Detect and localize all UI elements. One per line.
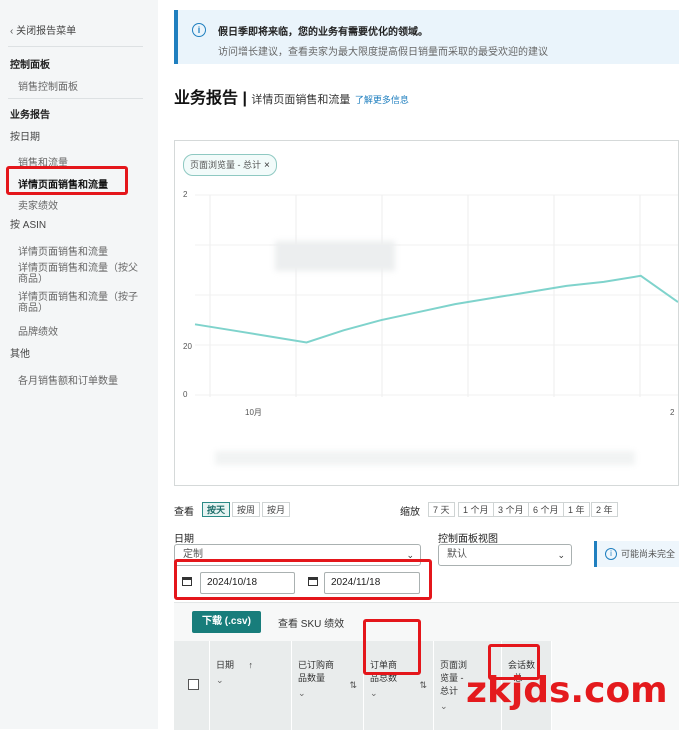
range-option-2y[interactable]: 2 年 — [591, 502, 618, 517]
close-icon[interactable]: × — [264, 160, 270, 171]
highlight-box — [6, 166, 128, 195]
sidebar-item-seller-performance[interactable]: 卖家绩效 — [18, 197, 58, 212]
metric-chip[interactable]: 页面浏览量 - 总计 × — [183, 154, 277, 176]
date-label: 日期 — [174, 534, 194, 545]
x-tick-label: 2 — [670, 408, 675, 417]
info-icon: i — [192, 23, 206, 37]
dashboard-view-select[interactable]: 默认 ⌄ — [438, 544, 572, 566]
sidebar-item-asin-detail-child[interactable]: 详情页面销售和流量（按子 商品） — [18, 292, 138, 314]
sidebar-group-other: 其他 — [10, 349, 30, 360]
highlight-box — [174, 559, 432, 600]
range-option-1m[interactable]: 1 个月 — [458, 502, 494, 517]
series-line — [194, 274, 678, 344]
y-tick-label: 20 — [183, 342, 192, 351]
range-option-6m[interactable]: 6 个月 — [528, 502, 564, 517]
watermark-text: zkjds.com — [466, 670, 668, 711]
page-subtitle: 详情页面销售和流量 — [251, 94, 351, 106]
info-icon: i — [605, 548, 617, 560]
sidebar-item-brand-performance[interactable]: 品牌绩效 — [18, 323, 58, 338]
chevron-down-icon: ⌄ — [216, 675, 224, 685]
sidebar-item-monthly-sales-orders[interactable]: 各月销售额和订单数量 — [18, 372, 118, 387]
divider — [8, 98, 143, 99]
y-tick-label: 2 — [183, 190, 188, 199]
sidebar-item-asin-detail-sales-traffic[interactable]: 详情页面销售和流量 — [18, 243, 108, 258]
table-header-select — [174, 641, 210, 730]
sidebar-group-by-asin: 按 ASIN — [10, 220, 47, 231]
blurred-legend — [215, 451, 635, 465]
page-title: 业务报告 | 详情页面销售和流量 了解更多信息 — [174, 90, 409, 107]
sidebar-item-sales-dashboard[interactable]: 销售控制面板 — [18, 78, 78, 93]
sidebar-group-by-date: 按日期 — [10, 132, 40, 143]
close-menu-link[interactable]: ‹ 关闭报告菜单 — [10, 22, 76, 37]
column-header-date[interactable]: 日期 ↑ ⌄ — [210, 641, 292, 730]
view-option-month[interactable]: 按月 — [262, 502, 291, 517]
learn-more-link[interactable]: 了解更多信息 — [355, 95, 409, 105]
section-business-reports: 业务报告 — [10, 110, 50, 121]
divider — [8, 46, 143, 47]
range-option-7d[interactable]: 7 天 — [428, 502, 455, 517]
banner-title: 假日季即将来临，您的业务有需要优化的领域。 — [218, 27, 428, 38]
select-all-checkbox[interactable] — [188, 679, 199, 690]
banner-description[interactable]: 访问增长建议，查看卖家为最大限度提高假日销量而采取的最受欢迎的建议 — [218, 43, 548, 58]
sort-up-icon: ↑ — [248, 660, 254, 670]
chevron-down-icon: ⌄ — [557, 550, 565, 560]
data-notice: i 可能尚未完全 — [594, 541, 679, 567]
view-option-week[interactable]: 按周 — [232, 502, 261, 517]
view-option-day[interactable]: 按天 — [202, 502, 231, 517]
range-option-1y[interactable]: 1 年 — [563, 502, 590, 517]
sku-performance-link[interactable]: 查看 SKU 绩效 — [278, 615, 344, 630]
download-csv-button[interactable]: 下载 (.csv) — [192, 611, 261, 633]
column-header-units-ordered[interactable]: 已订购商 品数量 ⌄ ⇅ — [292, 641, 364, 730]
y-tick-label: 0 — [183, 390, 188, 399]
chart-card: 页面浏览量 - 总计 × 2 20 0 10月 2 — [174, 140, 679, 486]
sidebar-item-asin-detail-parent[interactable]: 详情页面销售和流量（按父 商品） — [18, 263, 138, 285]
chart-grid — [195, 194, 678, 397]
granularity-label: 缩放 — [400, 507, 420, 518]
line-chart: 2 20 0 10月 2 — [183, 190, 678, 417]
blurred-area — [275, 241, 395, 271]
x-tick-label: 10月 — [245, 408, 262, 417]
dashboard-view-label: 控制面板视图 — [438, 534, 498, 545]
view-label: 查看 — [174, 507, 194, 518]
sort-icon: ⇅ — [349, 680, 357, 690]
main-content: i 假日季即将来临，您的业务有需要优化的领域。 访问增长建议，查看卖家为最大限度… — [158, 0, 679, 730]
highlight-box — [363, 619, 421, 675]
holiday-banner: i 假日季即将来临，您的业务有需要优化的领域。 访问增长建议，查看卖家为最大限度… — [174, 10, 679, 64]
section-dashboard: 控制面板 — [10, 60, 50, 71]
report-sidebar: ‹ 关闭报告菜单 控制面板 销售控制面板 业务报告 按日期 销售和流量 详情页面… — [0, 0, 158, 729]
chart-tick-labels: 2 20 0 10月 2 — [183, 190, 675, 417]
chevron-left-icon: ‹ — [10, 26, 14, 37]
range-option-3m[interactable]: 3 个月 — [493, 502, 529, 517]
sort-icon: ⇅ — [419, 680, 427, 690]
